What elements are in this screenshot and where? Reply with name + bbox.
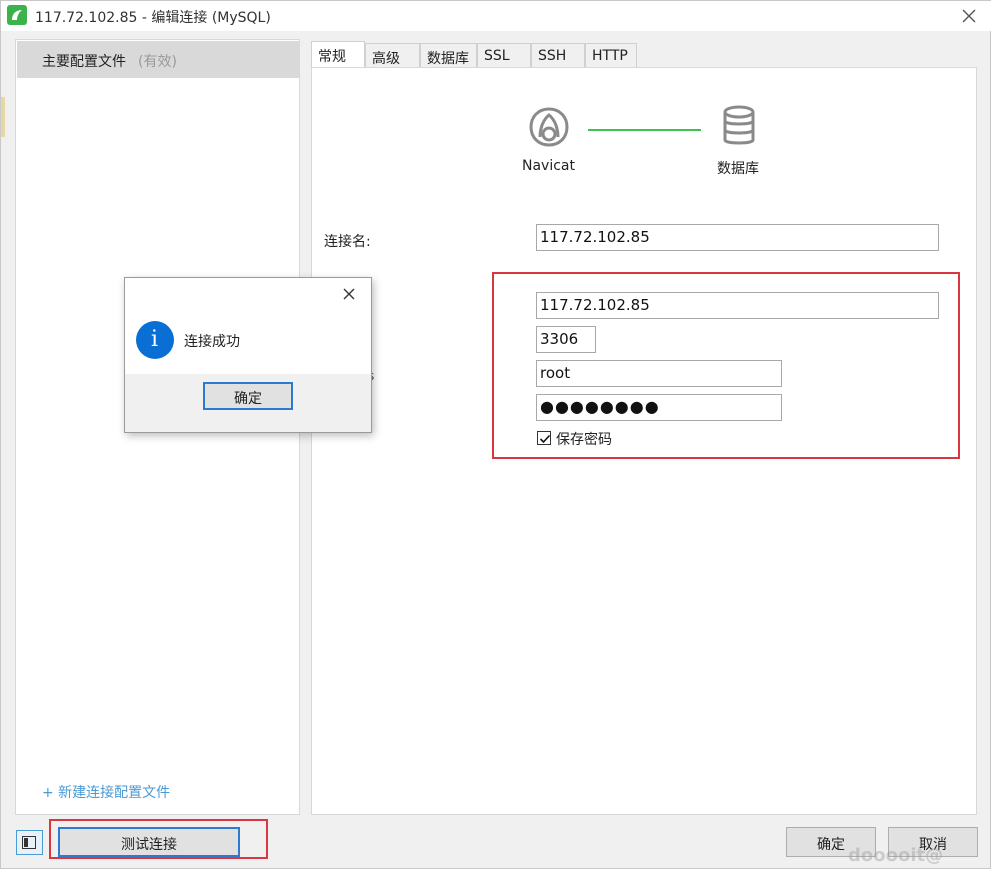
checkmark-icon [539,434,551,444]
edit-connection-window: 117.72.102.85 - 编辑连接 (MySQL) 主要配置文件 (有效)… [0,0,991,869]
close-icon [962,9,976,23]
test-connection-button[interactable]: 测试连接 [58,827,240,857]
database-icon [719,104,759,150]
dialog-close-button[interactable] [339,284,359,304]
save-password-label: 保存密码 [556,432,612,448]
password-input[interactable]: ●●●●●●●● [536,394,782,421]
connection-name-label: 连接名: [324,234,371,250]
new-profile-link[interactable]: + 新建连接配置文件 [42,782,170,802]
close-icon [343,288,355,300]
background-window-edge [1,97,5,137]
toggle-sidebar-button[interactable] [16,830,43,855]
tab-ssl[interactable]: SSL [477,43,531,68]
dialog-ok-button[interactable]: 确定 [203,382,293,410]
connection-line [588,129,701,131]
save-password-checkbox[interactable] [537,431,551,445]
tab-advanced[interactable]: 高级 [365,43,420,68]
tab-general[interactable]: 常规 [311,41,365,69]
window-close-button[interactable] [957,4,981,28]
navicat-logo-icon [526,105,572,151]
username-input[interactable]: root [536,360,782,387]
profile-list-item[interactable]: 主要配置文件 (有效) [17,41,300,78]
tab-http[interactable]: HTTP [585,43,637,68]
dialog-message: 连接成功 [184,334,240,350]
navicat-label: Navicat [522,158,575,174]
host-input[interactable]: 117.72.102.85 [536,292,939,319]
title-bar: 117.72.102.85 - 编辑连接 (MySQL) [1,1,991,31]
dialog-title-bar [125,278,371,310]
sidebar-panel-icon [22,836,36,849]
navicat-app-icon [7,5,27,25]
port-input[interactable]: 3306 [536,326,596,353]
success-dialog: i 连接成功 确定 [124,277,372,433]
watermark: dooooit@ [848,845,944,866]
database-label: 数据库 [717,161,759,177]
profile-status: (有效) [138,54,177,70]
info-icon: i [136,321,174,359]
window-title: 117.72.102.85 - 编辑连接 (MySQL) [35,10,271,26]
tab-database[interactable]: 数据库 [420,43,477,68]
profile-name: 主要配置文件 [42,54,126,70]
tab-ssh[interactable]: SSH [531,43,585,68]
connection-name-input[interactable]: 117.72.102.85 [536,224,939,251]
